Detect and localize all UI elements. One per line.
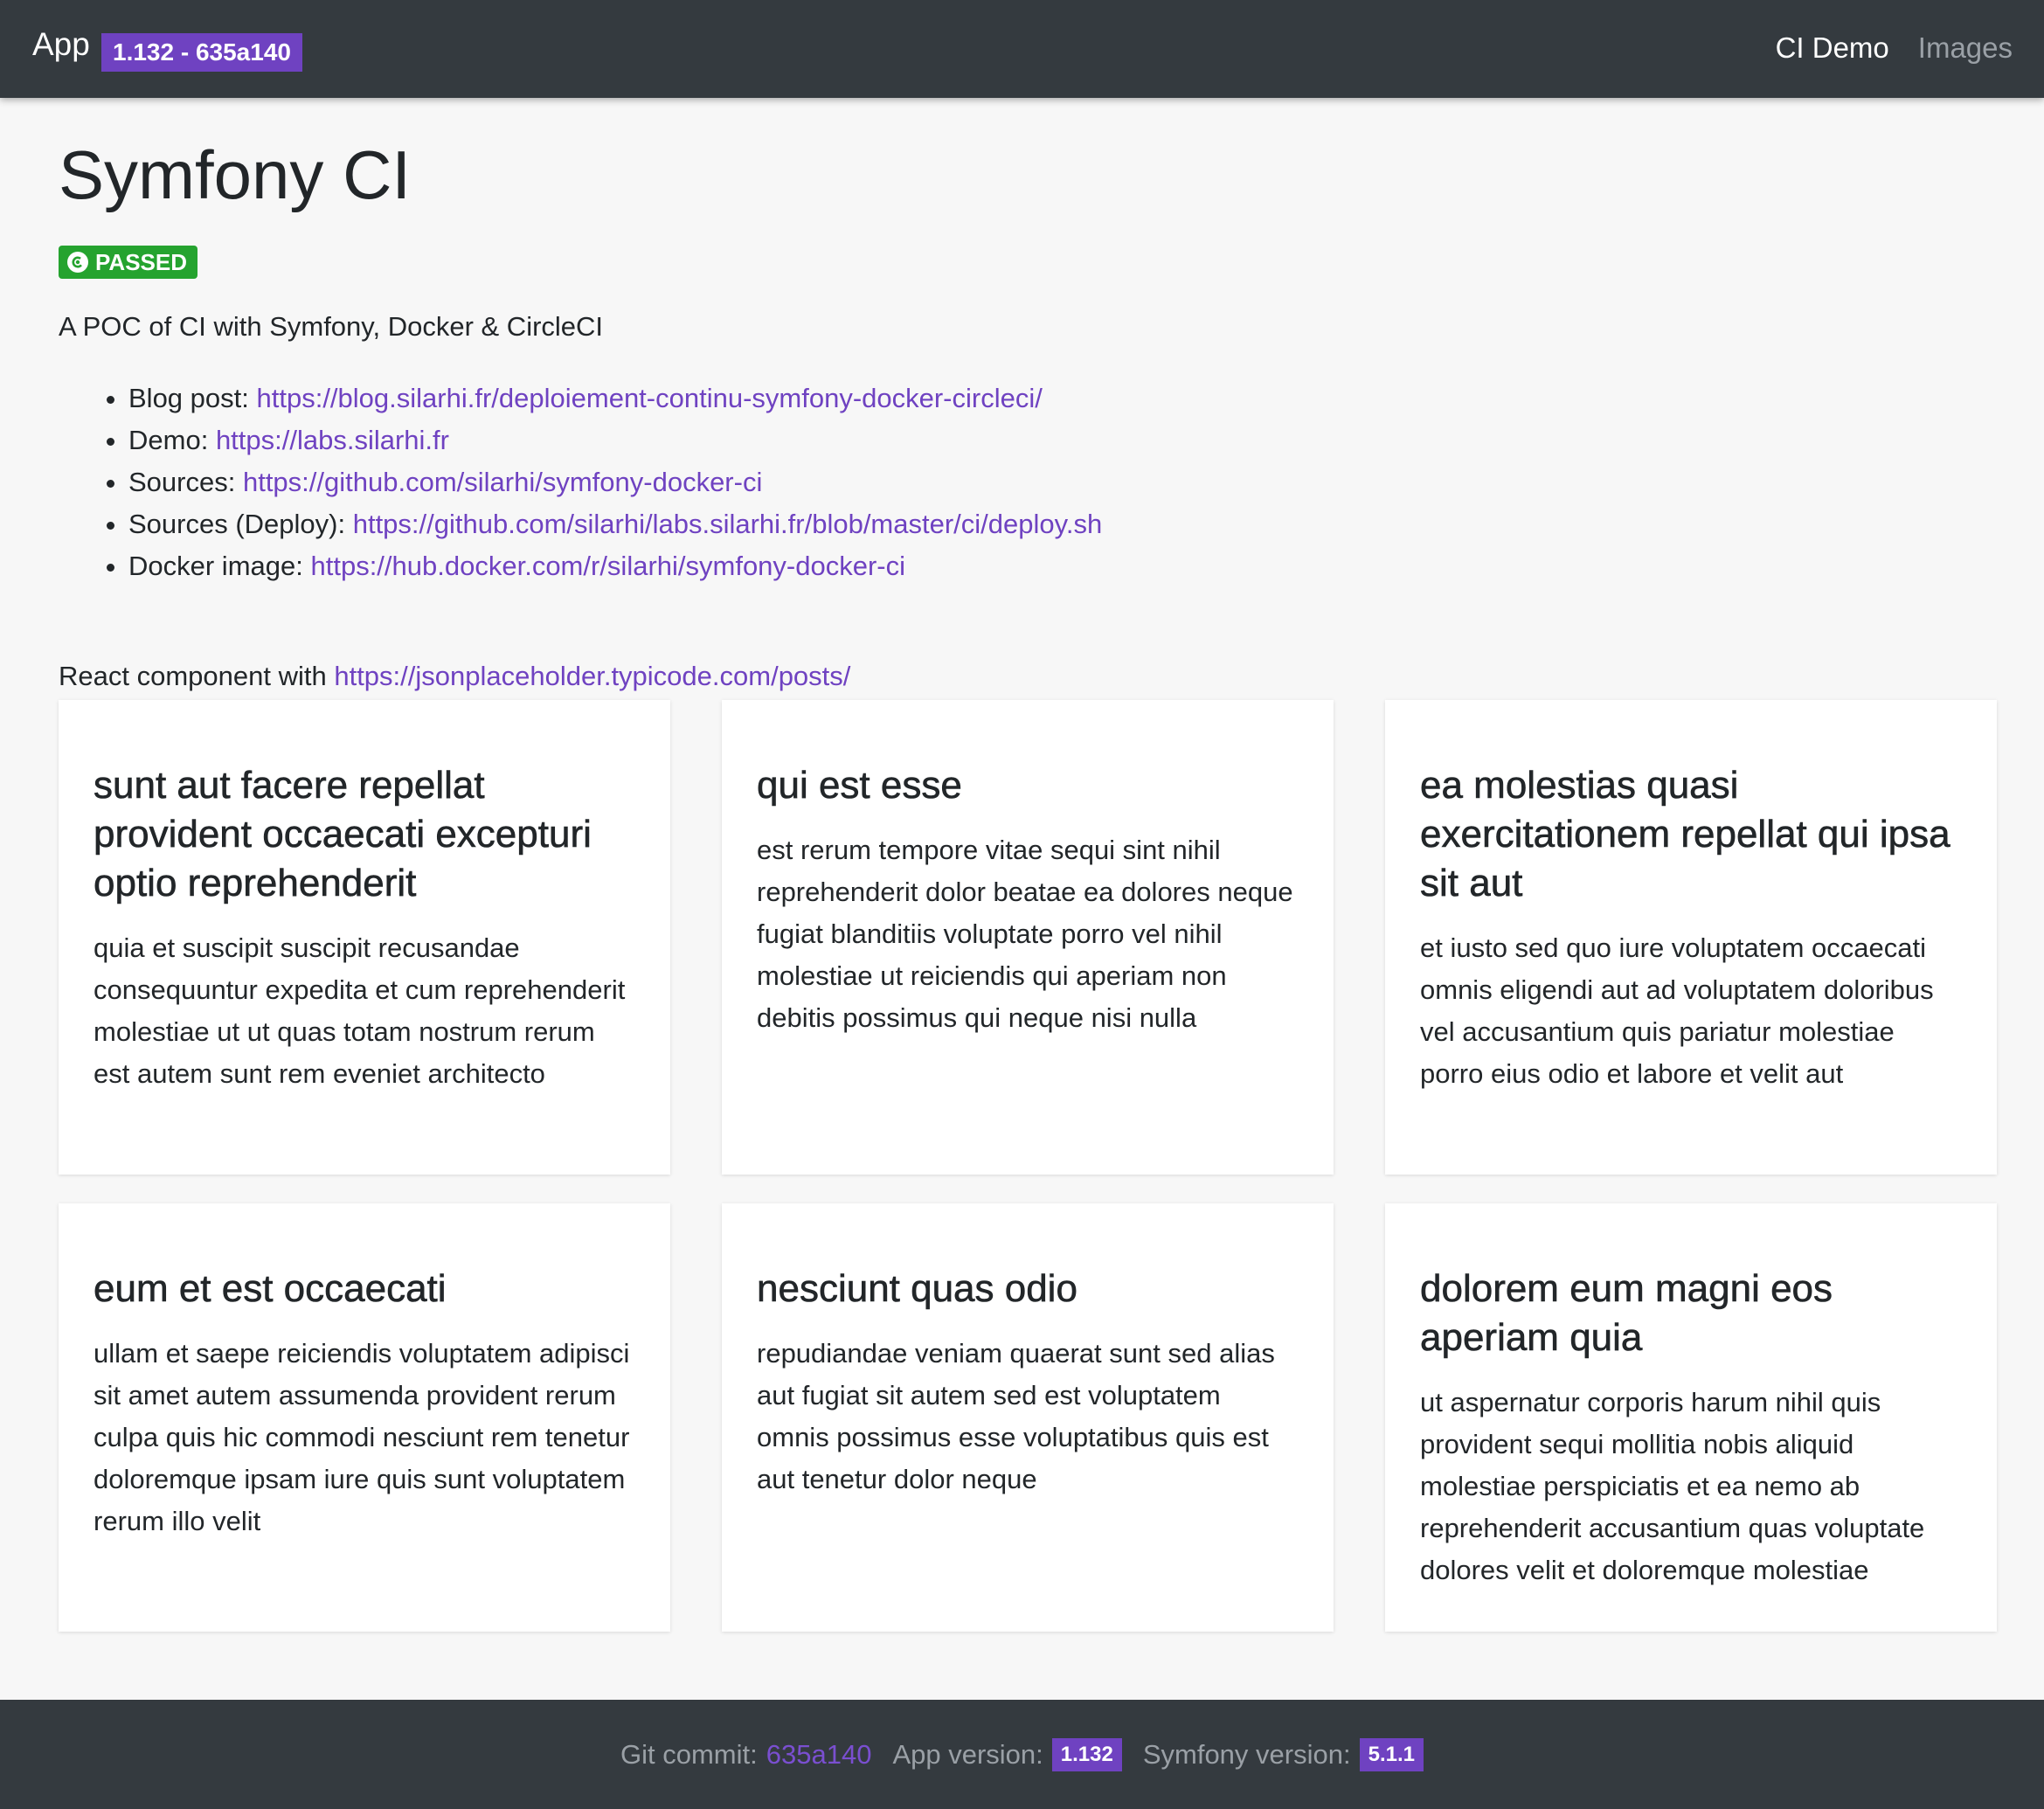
nav-links: CI Demo Images xyxy=(1776,31,2013,65)
post-card: ea molestias quasi exercitationem repell… xyxy=(1385,700,1997,1175)
brand-link[interactable]: App xyxy=(32,26,90,63)
project-description: A POC of CI with Symfony, Docker & Circl… xyxy=(59,311,604,342)
circleci-icon xyxy=(67,252,88,273)
symfony-version-info: Symfony version: 5.1.1 xyxy=(1142,1737,1424,1771)
docker-image-link[interactable]: https://hub.docker.com/r/silarhi/symfony… xyxy=(310,551,905,581)
post-body: est rerum tempore vitae sequi sint nihil… xyxy=(757,835,1293,1033)
status-label: PASSED xyxy=(95,248,187,275)
git-commit-info: Git commit: 635a140 xyxy=(620,1739,871,1771)
posts-grid: sunt aut facere repellat provident occae… xyxy=(59,700,1997,1632)
post-card: sunt aut facere repellat provident occae… xyxy=(59,700,670,1175)
post-body: ullam et saepe reiciendis voluptatem adi… xyxy=(94,1338,630,1536)
post-card: qui est esse est rerum tempore vitae seq… xyxy=(722,700,1334,1175)
post-title: dolorem eum magni eos aperiam quia xyxy=(1420,1267,1833,1360)
link-label: Sources: xyxy=(128,467,236,497)
react-note-text: React component with xyxy=(59,661,327,691)
post-card: nesciunt quas odio repudiandae veniam qu… xyxy=(722,1203,1334,1632)
blog-post-link[interactable]: https://blog.silarhi.fr/deploiement-cont… xyxy=(257,383,1043,413)
sources-link[interactable]: https://github.com/silarhi/symfony-docke… xyxy=(243,467,762,497)
list-item: Docker image: https://hub.docker.com/r/s… xyxy=(128,545,1102,587)
post-card: eum et est occaecati ullam et saepe reic… xyxy=(59,1203,670,1632)
app-version-info: App version: 1.132 xyxy=(892,1737,1122,1771)
post-title: sunt aut facere repellat provident occae… xyxy=(94,764,592,905)
react-component-note: React component with https://jsonplaceho… xyxy=(59,661,850,692)
post-body: repudiandae veniam quaerat sunt sed alia… xyxy=(757,1338,1275,1494)
symfony-version-badge: 5.1.1 xyxy=(1359,1737,1424,1771)
jsonplaceholder-link[interactable]: https://jsonplaceholder.typicode.com/pos… xyxy=(334,661,850,691)
deploy-sources-link[interactable]: https://github.com/silarhi/labs.silarhi.… xyxy=(353,509,1102,539)
list-item: Sources (Deploy): https://github.com/sil… xyxy=(128,503,1102,545)
list-item: Demo: https://labs.silarhi.fr xyxy=(128,419,1102,461)
demo-link[interactable]: https://labs.silarhi.fr xyxy=(216,425,449,455)
link-label: Demo: xyxy=(128,425,209,455)
ci-status-badge[interactable]: PASSED xyxy=(59,246,197,279)
app-version-badge: 1.132 xyxy=(1051,1737,1122,1771)
git-commit-link[interactable]: 635a140 xyxy=(766,1739,872,1771)
post-title: qui est esse xyxy=(757,764,962,807)
git-commit-label: Git commit: xyxy=(620,1738,758,1770)
post-title: nesciunt quas odio xyxy=(757,1267,1078,1311)
list-item: Sources: https://github.com/silarhi/symf… xyxy=(128,461,1102,503)
symfony-version-label: Symfony version: xyxy=(1142,1738,1351,1770)
top-navbar: App 1.132 - 635a140 CI Demo Images xyxy=(0,0,2044,98)
nav-link-ci-demo[interactable]: CI Demo xyxy=(1776,31,1889,65)
post-body: quia et suscipit suscipit recusandae con… xyxy=(94,932,626,1089)
list-item: Blog post: https://blog.silarhi.fr/deplo… xyxy=(128,378,1102,419)
link-label: Docker image: xyxy=(128,551,303,581)
post-title: eum et est occaecati xyxy=(94,1267,447,1311)
post-title: ea molestias quasi exercitationem repell… xyxy=(1420,764,1950,905)
app-version-label: App version: xyxy=(892,1738,1043,1770)
post-card: dolorem eum magni eos aperiam quia ut as… xyxy=(1385,1203,1997,1632)
post-body: ut aspernatur corporis harum nihil quis … xyxy=(1420,1387,1925,1585)
link-label: Sources (Deploy): xyxy=(128,509,346,539)
version-badge: 1.132 - 635a140 xyxy=(101,33,302,72)
post-body: et iusto sed quo iure voluptatem occaeca… xyxy=(1420,932,1934,1089)
project-links-list: Blog post: https://blog.silarhi.fr/deplo… xyxy=(59,378,1102,587)
page-footer: Git commit: 635a140 App version: 1.132 S… xyxy=(0,1700,2044,1809)
nav-link-images[interactable]: Images xyxy=(1918,31,2013,65)
page-title: Symfony CI xyxy=(59,136,412,213)
link-label: Blog post: xyxy=(128,383,249,413)
